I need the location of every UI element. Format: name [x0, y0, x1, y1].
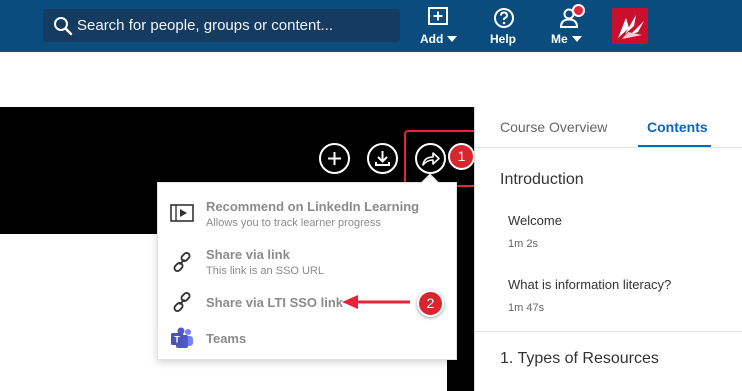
- download-button[interactable]: [367, 143, 398, 174]
- menu-item-subtitle: This link is an SSO URL: [206, 265, 324, 277]
- lesson-duration: 1m 47s: [508, 302, 545, 314]
- link-icon: [173, 292, 191, 312]
- add-icon: [328, 152, 341, 165]
- help-icon: [494, 8, 514, 28]
- menu-item-title: Teams: [206, 331, 247, 346]
- menu-item-teams[interactable]: T Teams: [158, 325, 456, 351]
- lesson-title[interactable]: Welcome: [508, 213, 562, 228]
- search-icon: [54, 17, 73, 36]
- nav-me-label: Me: [551, 32, 568, 46]
- lesson-title[interactable]: What is information literacy?: [508, 277, 671, 292]
- step-badge-2: 2: [417, 290, 444, 317]
- tab-course-overview[interactable]: Course Overview: [500, 119, 607, 135]
- search-input[interactable]: Search for people, groups or content...: [43, 9, 400, 42]
- video-icon: [170, 204, 194, 222]
- share-menu: Recommend on LinkedIn Learning Allows yo…: [157, 182, 457, 360]
- course-panel: Course Overview Contents Introduction We…: [474, 107, 742, 391]
- arrow-left-icon: [342, 295, 410, 309]
- bird-logo-icon: [618, 15, 644, 39]
- menu-item-share-link[interactable]: Share via link This link is an SSO URL: [158, 245, 456, 281]
- add-to-collection-button[interactable]: [319, 143, 350, 174]
- search-placeholder: Search for people, groups or content...: [77, 17, 333, 34]
- section-divider: [475, 331, 742, 332]
- chevron-down-icon: [447, 36, 458, 42]
- lesson-duration: 1m 2s: [508, 238, 538, 250]
- section-title[interactable]: 1. Types of Resources: [500, 350, 659, 368]
- nav-help-button[interactable]: Help: [484, 4, 524, 48]
- brand-logo[interactable]: [612, 8, 648, 44]
- menu-item-title: Share via LTI SSO link: [206, 295, 344, 310]
- menu-item-recommend[interactable]: Recommend on LinkedIn Learning Allows yo…: [158, 197, 456, 233]
- section-title[interactable]: Introduction: [500, 171, 584, 189]
- nav-help-label: Help: [490, 32, 517, 46]
- tab-contents[interactable]: Contents: [647, 119, 708, 135]
- step-badge-1: 1: [448, 143, 475, 170]
- tabs-divider: [475, 147, 742, 148]
- svg-text:T: T: [174, 335, 180, 345]
- chevron-down-icon: [571, 36, 582, 42]
- menu-item-title: Share via link: [206, 247, 290, 262]
- nav-add-label: Add: [420, 32, 444, 46]
- nav-add-button[interactable]: Add: [414, 4, 460, 48]
- notification-badge: [572, 4, 585, 17]
- top-navigation-bar: Search for people, groups or content... …: [0, 0, 742, 52]
- link-icon: [173, 252, 191, 272]
- teams-icon: T: [171, 327, 193, 348]
- add-box-icon: [428, 7, 448, 25]
- download-icon: [375, 151, 390, 166]
- menu-item-title: Recommend on LinkedIn Learning: [206, 199, 420, 214]
- menu-item-subtitle: Allows you to track learner progress: [206, 217, 381, 229]
- nav-me-button[interactable]: Me: [546, 4, 590, 48]
